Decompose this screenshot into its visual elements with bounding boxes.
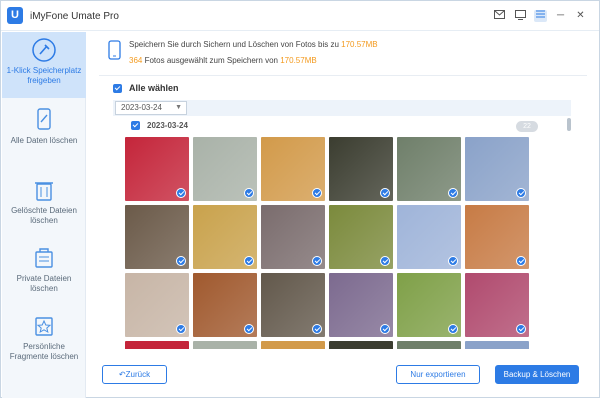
select-all-label: Alle wählen xyxy=(129,83,179,93)
photo-thumbnail[interactable] xyxy=(193,273,257,337)
sidebar-item-label: Persönliche Fragmente löschen xyxy=(9,342,79,361)
sidebar-item-deleted-files[interactable]: Gelöschte Dateien löschen xyxy=(2,174,86,230)
photo-thumbnail[interactable] xyxy=(125,205,189,269)
photo-thumbnail[interactable] xyxy=(125,137,189,201)
back-button[interactable]: ↶Zurück xyxy=(102,365,167,384)
savings-info: Speichern Sie durch Sichern und Löschen … xyxy=(129,40,378,49)
app-title: iMyFone Umate Pro xyxy=(30,11,119,22)
selected-text: Fotos ausgewählt zum Speichern von xyxy=(144,56,278,65)
photo-thumbnail[interactable] xyxy=(125,273,189,337)
selected-check-icon[interactable] xyxy=(380,188,390,198)
selected-check-icon[interactable] xyxy=(516,188,526,198)
sidebar-item-fragments[interactable]: Persönliche Fragmente löschen xyxy=(2,310,86,366)
app-logo-icon: U xyxy=(7,7,23,24)
photo-thumbnail[interactable] xyxy=(397,205,461,269)
selected-check-icon[interactable] xyxy=(516,256,526,266)
selected-check-icon[interactable] xyxy=(176,256,186,266)
selected-check-icon[interactable] xyxy=(380,324,390,334)
selected-check-icon[interactable] xyxy=(244,256,254,266)
selected-check-icon[interactable] xyxy=(448,324,458,334)
selected-check-icon[interactable] xyxy=(244,188,254,198)
title-bar: U iMyFone Umate Pro ─ ✕ xyxy=(1,1,599,31)
sidebar-item-label: Gelöschte Dateien löschen xyxy=(11,206,77,225)
date-group-label: 2023-03-24 xyxy=(147,121,188,130)
selected-info: 364 Fotos ausgewählt zum Speichern von 1… xyxy=(129,56,317,65)
photo-thumbnail[interactable] xyxy=(193,137,257,201)
export-only-button[interactable]: Nur exportieren xyxy=(396,365,480,384)
scrollbar[interactable] xyxy=(567,118,571,131)
sidebar-item-private-files[interactable]: Private Dateien löschen xyxy=(2,242,86,298)
photo-grid xyxy=(125,137,539,349)
selected-check-icon[interactable] xyxy=(244,324,254,334)
select-all-checkbox[interactable]: Alle wählen xyxy=(113,83,179,94)
selected-check-icon[interactable] xyxy=(312,324,322,334)
selected-value: 170.57MB xyxy=(280,56,317,65)
checkbox-icon xyxy=(131,121,140,131)
photo-thumbnail[interactable] xyxy=(465,341,529,349)
sidebar-item-erase-all[interactable]: Alle Daten löschen xyxy=(2,104,86,154)
selected-check-icon[interactable] xyxy=(312,256,322,266)
photo-thumbnail[interactable] xyxy=(329,205,393,269)
photo-thumbnail[interactable] xyxy=(329,273,393,337)
photo-thumbnail[interactable] xyxy=(329,341,393,349)
selected-check-icon[interactable] xyxy=(448,188,458,198)
private-folder-icon xyxy=(35,248,53,268)
fragment-icon xyxy=(35,317,53,336)
chevron-down-icon: ▼ xyxy=(175,104,182,111)
minimize-button[interactable]: ─ xyxy=(554,10,567,22)
count-badge: 22 xyxy=(516,121,538,132)
photo-thumbnail[interactable] xyxy=(261,273,325,337)
trash-icon xyxy=(35,182,53,201)
photo-thumbnail[interactable] xyxy=(465,205,529,269)
savings-text: Speichern Sie durch Sichern und Löschen … xyxy=(129,40,339,49)
photo-thumbnail[interactable] xyxy=(329,137,393,201)
phone-icon xyxy=(108,40,121,60)
menu-icon[interactable] xyxy=(534,10,547,22)
photo-thumbnail[interactable] xyxy=(261,137,325,201)
selected-count: 364 xyxy=(129,56,143,65)
selected-check-icon[interactable] xyxy=(448,256,458,266)
back-arrow-icon: ↶ xyxy=(118,370,126,379)
back-label: Zurück xyxy=(125,370,151,379)
backup-delete-button[interactable]: Backup & Löschen xyxy=(495,365,579,384)
sidebar-item-label: Private Dateien löschen xyxy=(16,274,72,293)
selected-check-icon[interactable] xyxy=(176,324,186,334)
sidebar-item-label: Alle Daten löschen xyxy=(10,136,78,145)
date-dropdown-value: 2023-03-24 xyxy=(121,103,162,112)
sidebar-item-label: 1-Klick Speicherplatz freigeben xyxy=(6,66,82,85)
date-dropdown[interactable]: 2023-03-24 ▼ xyxy=(115,101,187,115)
savings-value: 170.57MB xyxy=(341,40,378,49)
broom-icon xyxy=(32,38,56,62)
screen-icon[interactable] xyxy=(514,10,527,22)
date-group-checkbox[interactable]: 2023-03-24 xyxy=(131,121,188,131)
selected-check-icon[interactable] xyxy=(312,188,322,198)
checkbox-icon xyxy=(113,84,122,94)
close-button[interactable]: ✕ xyxy=(574,10,587,22)
sidebar: 1-Klick Speicherplatz freigeben Alle Dat… xyxy=(2,32,86,398)
selected-check-icon[interactable] xyxy=(380,256,390,266)
photo-thumbnail[interactable] xyxy=(261,341,325,349)
photo-thumbnail[interactable] xyxy=(261,205,325,269)
divider xyxy=(99,75,587,76)
selected-check-icon[interactable] xyxy=(176,188,186,198)
photo-thumbnail[interactable] xyxy=(125,341,189,349)
phone-erase-icon xyxy=(37,108,51,130)
photo-thumbnail[interactable] xyxy=(465,137,529,201)
app-window: U iMyFone Umate Pro ─ ✕ 1-Klick Speicher… xyxy=(0,0,600,398)
sidebar-item-one-click[interactable]: 1-Klick Speicherplatz freigeben xyxy=(2,32,86,98)
photo-thumbnail[interactable] xyxy=(193,341,257,349)
mail-icon[interactable] xyxy=(493,10,506,22)
photo-thumbnail[interactable] xyxy=(397,273,461,337)
photo-thumbnail[interactable] xyxy=(193,205,257,269)
selected-check-icon[interactable] xyxy=(516,324,526,334)
photo-thumbnail[interactable] xyxy=(465,273,529,337)
photo-thumbnail[interactable] xyxy=(397,137,461,201)
photo-thumbnail[interactable] xyxy=(397,341,461,349)
